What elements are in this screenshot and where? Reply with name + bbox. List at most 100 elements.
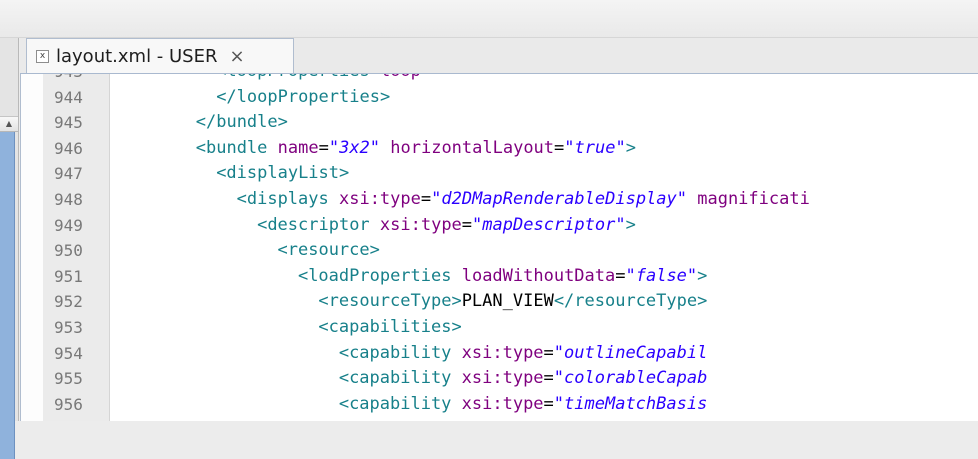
code-token: = (543, 342, 554, 363)
code-text: <loadProperties loadWithoutData="false"> (298, 264, 707, 290)
code-text: </capabilities> (318, 417, 472, 421)
code-line[interactable]: 943 <loopProperties loop (21, 74, 978, 85)
code-token: <loadProperties (297, 265, 462, 286)
code-token: = (461, 214, 473, 235)
code-token: "3x2" (328, 137, 381, 158)
code-token: > (625, 137, 636, 158)
code-text: </loopProperties> (216, 85, 390, 111)
code-token: = (543, 393, 554, 414)
code-token: <capability (338, 368, 462, 389)
code-text: <capability xsi:type="outlineCapabil (339, 341, 708, 367)
code-token: horizontalLayout (380, 137, 555, 158)
tab-layout-xml[interactable]: x layout.xml - USER × (26, 38, 294, 73)
code-line[interactable]: 957 </capabilities> (21, 417, 978, 421)
code-token: <resourceType> (318, 291, 462, 312)
code-token: <loopProperties (216, 74, 380, 81)
code-line[interactable]: 949 <descriptor xsi:type="mapDescriptor"> (21, 213, 978, 239)
code-line[interactable]: 956 <capability xsi:type="timeMatchBasis (21, 392, 978, 418)
tab-title: layout.xml - USER (56, 45, 218, 67)
code-token: loadWithoutData (461, 265, 616, 286)
code-text: <bundle name="3x2" horizontalLayout="tru… (196, 136, 636, 162)
code-token: xsi:type (379, 214, 462, 235)
line-number: 946 (54, 138, 83, 158)
code-line[interactable]: 946 <bundle name="3x2" horizontalLayout="… (21, 136, 978, 162)
line-number: 952 (54, 292, 83, 312)
xml-file-icon: x (36, 49, 49, 63)
code-token: = (318, 137, 329, 158)
code-token: = (543, 368, 554, 389)
code-token: = (554, 137, 565, 158)
code-text: <displayList> (216, 161, 349, 187)
line-number: 948 (54, 189, 83, 209)
code-token: </bundle> (195, 112, 288, 133)
code-token: > (625, 214, 636, 235)
line-number: 951 (54, 266, 83, 286)
code-line[interactable]: 947 <displayList> (21, 161, 978, 187)
code-lines[interactable]: 943 <loopProperties loop 944 </loopProperti… (21, 74, 978, 421)
code-token: <descriptor (257, 214, 380, 235)
left-panel-scrollbar[interactable] (0, 132, 15, 459)
code-line[interactable]: 955 <capability xsi:type="colorableCapab (21, 366, 978, 392)
line-number: 953 (54, 317, 83, 337)
close-icon[interactable]: × (230, 46, 245, 67)
code-token: PLAN_VIEW (461, 291, 554, 312)
editor-tab-bar: x layout.xml - USER × (20, 38, 978, 74)
code-line[interactable]: 952 <resourceType>PLAN_VIEW</resourceType… (21, 289, 978, 315)
code-line[interactable]: 944 </loopProperties> (21, 85, 978, 111)
line-number: 949 (54, 215, 83, 235)
line-number: 947 (54, 164, 83, 184)
code-token: > (697, 265, 708, 286)
code-line[interactable]: 948 <displays xsi:type="d2DMapRenderableD… (21, 187, 978, 213)
code-token: <displays (236, 188, 339, 209)
code-token: <capability (338, 393, 462, 414)
code-token: <capability (338, 342, 462, 363)
code-token: "false" (625, 265, 698, 286)
code-text: <displays xsi:type="d2DMapRenderableDisp… (237, 187, 810, 213)
code-token: <bundle (195, 137, 278, 158)
code-token: = (420, 188, 432, 209)
code-token: xsi:type (461, 342, 544, 363)
code-token: <capabilities> (318, 316, 462, 337)
code-text: <loopProperties loop (216, 74, 421, 85)
code-text: <capability xsi:type="timeMatchBasis (339, 392, 708, 418)
line-number: 943 (54, 74, 96, 85)
code-token: "colorableCapab (553, 368, 708, 389)
code-token: "true" (564, 137, 626, 158)
line-number: 956 (54, 394, 83, 414)
line-number: 954 (54, 343, 83, 363)
code-line[interactable]: 951 <loadProperties loadWithoutData="fals… (21, 264, 978, 290)
code-text: </bundle> (196, 110, 288, 136)
code-text: <resource> (278, 238, 380, 264)
line-number: 945 (54, 113, 83, 133)
code-token: name (277, 137, 319, 158)
code-editor[interactable]: 943 <loopProperties loop 944 </loopProperti… (20, 74, 978, 421)
code-text: <resourceType>PLAN_VIEW</resourceType> (318, 289, 707, 315)
code-text: <descriptor xsi:type="mapDescriptor"> (257, 213, 636, 239)
code-text: <capabilities> (318, 315, 461, 341)
code-line[interactable]: 950 <resource> (21, 238, 978, 264)
window-toolbar (0, 0, 978, 38)
scroll-up-arrow-icon[interactable]: ▲ (0, 116, 18, 132)
code-token: xsi:type (461, 368, 544, 389)
code-token: </resourceType> (553, 291, 708, 312)
code-line[interactable]: 953 <capabilities> (21, 315, 978, 341)
code-token: "mapDescriptor" (472, 214, 626, 235)
code-text: <capability xsi:type="colorableCapab (339, 366, 708, 392)
code-token: xsi:type (338, 188, 421, 209)
code-token: </loopProperties> (216, 86, 391, 107)
code-token: <displayList> (216, 163, 350, 184)
line-number: 944 (54, 87, 83, 107)
code-token: magnificati (687, 188, 810, 209)
line-number: 957 (54, 417, 96, 421)
line-number: 950 (54, 241, 83, 261)
code-line[interactable]: 945 </bundle> (21, 110, 978, 136)
line-number: 955 (54, 369, 83, 389)
code-token: "outlineCapabil (553, 342, 708, 363)
code-token: "d2DMapRenderableDisplay" (431, 188, 687, 209)
code-token: xsi:type (461, 393, 544, 414)
left-panel: ▲ (0, 38, 19, 459)
code-line[interactable]: 954 <capability xsi:type="outlineCapabil (21, 341, 978, 367)
code-token: = (615, 265, 626, 286)
code-token: <resource> (277, 240, 380, 261)
code-token: loop (380, 74, 421, 81)
